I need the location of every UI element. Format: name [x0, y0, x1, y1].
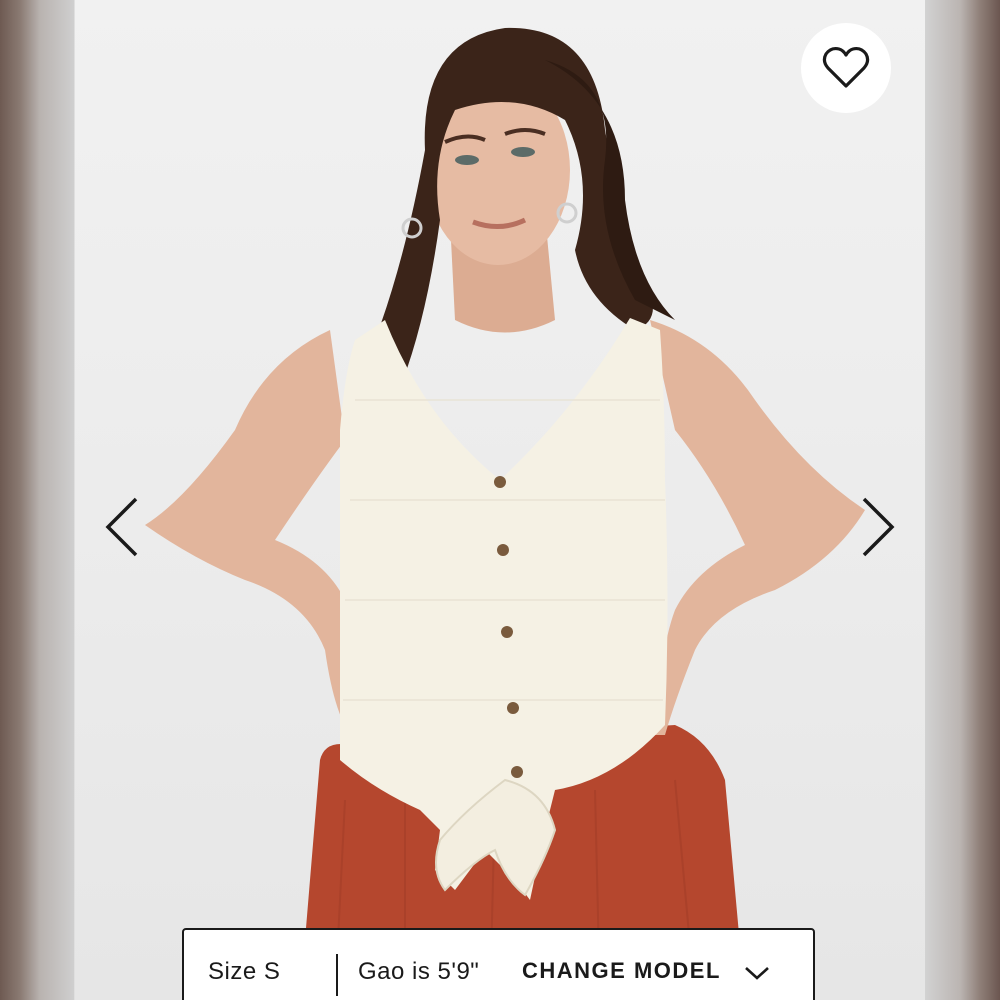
model-illustration	[145, 27, 865, 1000]
change-model-label: CHANGE MODEL	[522, 958, 721, 983]
change-model-button[interactable]: CHANGE MODEL	[522, 958, 771, 984]
product-image-viewer: Size S Gao is 5'9" CHANGE MODEL	[0, 0, 1000, 1000]
size-label: Size S	[208, 958, 281, 985]
next-image-button[interactable]	[858, 495, 898, 559]
previous-image-button[interactable]	[102, 495, 142, 559]
chevron-right-icon	[862, 497, 895, 557]
model-height-text: Gao is 5'9"	[358, 958, 480, 985]
product-photo	[75, 0, 925, 1000]
model-size-bar: Size S Gao is 5'9" CHANGE MODEL	[182, 928, 815, 1000]
chevron-down-icon	[745, 967, 769, 980]
favorite-button[interactable]	[801, 23, 891, 113]
heart-outline-icon	[822, 46, 870, 88]
divider	[336, 954, 338, 996]
chevron-left-icon	[105, 497, 138, 557]
